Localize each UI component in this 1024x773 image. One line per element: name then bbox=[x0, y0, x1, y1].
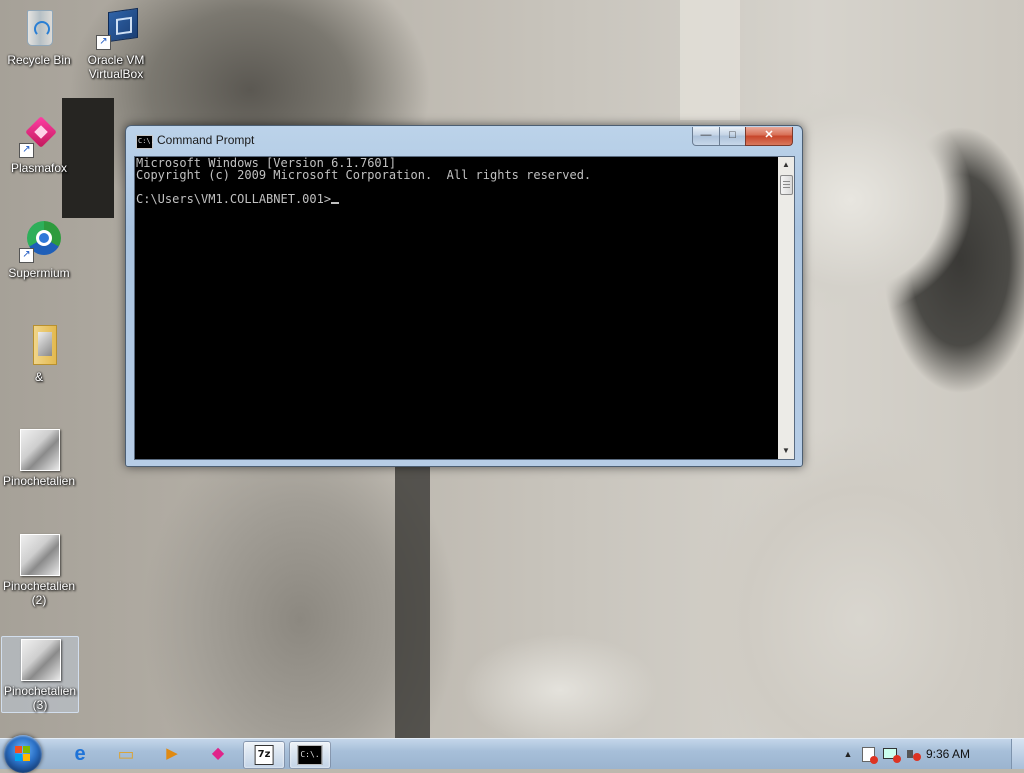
windows-logo-icon bbox=[15, 746, 31, 761]
desktop-icon-folder[interactable]: & bbox=[1, 323, 77, 384]
desktop-icon-label: Pinochetalien bbox=[2, 474, 76, 488]
console-line: Copyright (c) 2009 Microsoft Corporation… bbox=[136, 168, 592, 182]
desktop-icon-plasmafox[interactable]: ↗ Plasmafox bbox=[1, 114, 77, 175]
scroll-down-arrow-icon[interactable]: ▼ bbox=[778, 443, 794, 459]
desktop-icon-label: Supermium bbox=[8, 266, 70, 280]
wallpaper-shadow bbox=[395, 440, 430, 738]
start-button[interactable] bbox=[4, 735, 42, 773]
taskbar-internet-explorer[interactable]: e bbox=[60, 741, 100, 767]
system-tray: ▲ 9:36 AM bbox=[834, 739, 1024, 769]
desktop-icon-label: & bbox=[34, 370, 43, 384]
desktop-icon-label: Pinochetalien (3) bbox=[3, 684, 77, 712]
desktop-icon-virtualbox[interactable]: ↗ Oracle VM VirtualBox bbox=[78, 6, 154, 81]
image-file-icon bbox=[20, 534, 60, 576]
recycle-bin-icon bbox=[27, 10, 53, 46]
vertical-scrollbar[interactable]: ▲ ▼ bbox=[778, 156, 795, 460]
console-output[interactable]: Microsoft Windows [Version 6.1.7601] Cop… bbox=[134, 156, 779, 460]
desktop-icon-supermium[interactable]: ↗ Supermium bbox=[1, 219, 77, 280]
folder-icon bbox=[33, 325, 57, 365]
7zip-icon: 7z bbox=[254, 745, 274, 765]
desktop-icon-pinochetalien-2[interactable]: Pinochetalien (2) bbox=[1, 532, 77, 607]
minimize-button[interactable]: — bbox=[692, 127, 720, 146]
scrollbar-thumb[interactable] bbox=[780, 175, 793, 195]
scroll-up-arrow-icon[interactable]: ▲ bbox=[778, 157, 794, 173]
taskbar: e ▭ ▶ ◆ 7z C:\. ▲ 9:36 AM bbox=[0, 735, 1024, 773]
taskbar-plasmafox[interactable]: ◆ bbox=[198, 741, 238, 767]
window-title: Command Prompt bbox=[157, 133, 255, 147]
window-titlebar[interactable]: C:\. Command Prompt — □ ✕ bbox=[126, 126, 802, 156]
show-desktop-button[interactable] bbox=[1011, 739, 1024, 769]
desktop-icon-recycle-bin[interactable]: Recycle Bin bbox=[1, 6, 77, 67]
image-file-icon bbox=[20, 429, 60, 471]
internet-explorer-icon: e bbox=[74, 743, 86, 765]
show-hidden-icons-button[interactable]: ▲ bbox=[840, 746, 856, 762]
image-file-icon bbox=[21, 639, 61, 681]
wallpaper-highlight bbox=[680, 0, 740, 120]
media-player-icon: ▶ bbox=[166, 745, 178, 762]
desktop-icon-label: Recycle Bin bbox=[7, 53, 71, 67]
desktop-icon-pinochetalien[interactable]: Pinochetalien bbox=[1, 427, 77, 488]
shortcut-arrow-icon: ↗ bbox=[96, 35, 111, 50]
shortcut-arrow-icon: ↗ bbox=[19, 248, 34, 263]
desktop-icon-pinochetalien-3[interactable]: Pinochetalien (3) bbox=[1, 636, 79, 713]
taskbar-command-prompt[interactable]: C:\. bbox=[289, 741, 331, 769]
maximize-button[interactable]: □ bbox=[719, 127, 746, 146]
shortcut-arrow-icon: ↗ bbox=[19, 143, 34, 158]
command-prompt-icon[interactable]: C:\. bbox=[136, 135, 155, 149]
desktop-icon-label: Oracle VM VirtualBox bbox=[87, 53, 145, 81]
command-prompt-taskbar-icon: C:\. bbox=[297, 745, 323, 765]
virtualbox-icon bbox=[108, 7, 138, 43]
volume-icon[interactable] bbox=[904, 746, 921, 762]
network-icon[interactable] bbox=[882, 746, 901, 763]
system-clock[interactable]: 9:36 AM bbox=[926, 747, 970, 761]
action-center-warning-icon[interactable] bbox=[860, 746, 878, 764]
desktop-icon-label: Pinochetalien (2) bbox=[2, 579, 76, 607]
file-explorer-icon: ▭ bbox=[117, 744, 135, 764]
text-cursor bbox=[331, 202, 340, 204]
close-button[interactable]: ✕ bbox=[745, 127, 793, 146]
command-prompt-window[interactable]: C:\. Command Prompt — □ ✕ Microsoft Wind… bbox=[125, 125, 803, 467]
console-prompt-line[interactable]: C:\Users\VM1.COLLABNET.001> bbox=[135, 193, 778, 205]
desktop-icon-label: Plasmafox bbox=[10, 161, 68, 175]
console-prompt: C:\Users\VM1.COLLABNET.001> bbox=[136, 192, 332, 206]
taskbar-media-player[interactable]: ▶ bbox=[152, 741, 192, 767]
taskbar-7zip[interactable]: 7z bbox=[243, 741, 285, 769]
taskbar-file-explorer[interactable]: ▭ bbox=[106, 741, 146, 767]
plasmafox-taskbar-icon: ◆ bbox=[211, 745, 225, 762]
